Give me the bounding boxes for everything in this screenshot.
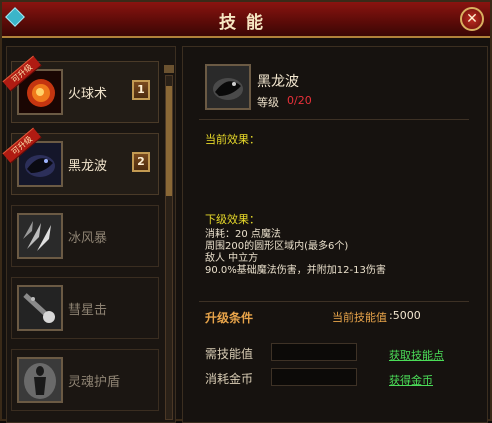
next-effect-line: 90.0%基础魔法伤害，并附加12-13伤害 [205,265,386,276]
window-title: 技能 [219,13,273,33]
ice-storm-icon [17,213,63,259]
black-dragon-wave-icon [205,64,251,110]
get-gold-link[interactable]: 获得金币 [389,372,433,388]
skill-name: 火球术 [68,87,108,102]
next-effect-title: 下级效果： [205,213,260,226]
skill-item-soul-shield[interactable]: 灵魂护盾 [11,349,159,411]
skill-name: 黑龙波 [68,159,108,174]
next-effect-line: 周围200的圆形区域内(最多6个) [205,241,349,252]
title-bar: 技能 ✕ [2,2,490,38]
skill-level-badge: 2 [132,152,150,172]
upgrade-conditions-title: 升级条件 [205,311,254,325]
scroll-up-arrow[interactable] [164,65,174,73]
current-skill-points-value: :5000 [389,309,421,322]
level-label: 等级 [257,96,279,109]
current-skill-points-label: 当前技能值 [332,311,387,324]
gold-cost-label: 消耗金币 [205,372,254,386]
soul-shield-icon [17,357,63,403]
close-button[interactable]: ✕ [460,7,484,31]
skill-window: 技能 ✕ 可升级 火球术 1 可升级 黑龙波 2 冰风暴 彗星击 灵魂护盾 黑龙… [0,0,492,423]
skill-item-comet-strike[interactable]: 彗星击 [11,277,159,339]
skill-detail-panel: 黑龙波 等级 0/20 当前效果： 下级效果： 消耗：20 点魔法 周围200的… [182,46,488,423]
next-effect-line: 消耗：20 点魔法 [205,229,281,240]
skill-name: 冰风暴 [68,231,108,246]
skill-level-badge: 1 [132,80,150,100]
comet-strike-icon [17,285,63,331]
required-points-label: 需技能值 [205,347,254,361]
divider [199,301,469,302]
skill-item-ice-storm[interactable]: 冰风暴 [11,205,159,267]
scrollbar[interactable] [165,75,173,420]
skill-item-black-dragon-wave[interactable]: 可升级 黑龙波 2 [2,127,159,195]
selected-skill-name: 黑龙波 [257,74,299,90]
get-skill-points-link[interactable]: 获取技能点 [389,347,444,363]
skill-list: 可升级 火球术 1 可升级 黑龙波 2 冰风暴 彗星击 灵魂护盾 [2,46,176,423]
skill-name: 彗星击 [68,303,108,318]
skill-name: 灵魂护盾 [68,375,121,390]
required-points-field [271,343,357,361]
skill-item-fireball[interactable]: 可升级 火球术 1 [2,55,159,123]
level-value: 0/20 [287,94,312,107]
current-effect-title: 当前效果： [205,133,260,146]
close-icon: ✕ [466,11,478,27]
divider [199,119,469,120]
next-effect-line: 敌人 中立方 [205,253,259,264]
gold-cost-field [271,368,357,386]
scrollbar-thumb[interactable] [166,86,172,196]
